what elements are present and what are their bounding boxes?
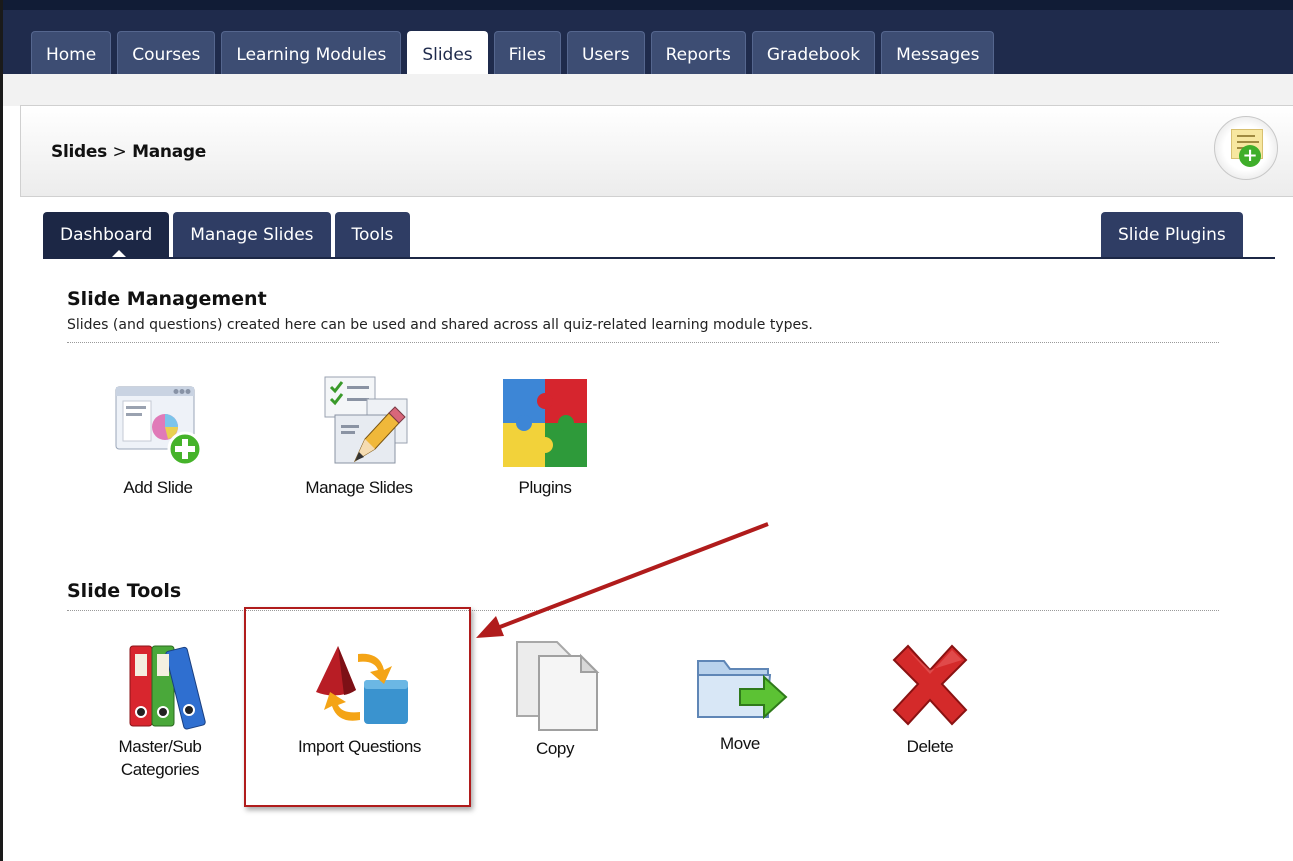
move-label: Move [720,734,760,753]
move-tile[interactable]: Move [690,645,790,755]
add-slide-label: Add Slide [123,478,193,497]
tab-dashboard[interactable]: Dashboard [43,212,170,257]
delete-x-icon [892,644,968,726]
nav-tab-reports[interactable]: Reports [650,31,746,74]
nav-tab-files[interactable]: Files [493,31,561,74]
manage-slides-tile[interactable]: Manage Slides [289,373,429,499]
breadcrumb: Slides > Manage [51,142,206,162]
binders-icon [129,645,206,730]
master-sub-label-line2: Categories [120,760,200,779]
manage-slides-icon [324,376,408,464]
breadcrumb-current: Manage [132,142,206,162]
page-header: Slides > Manage + [20,105,1293,197]
section-description: Slides (and questions) created here can … [67,317,813,333]
nav-tab-users[interactable]: Users [566,31,645,74]
section-divider [67,342,1219,343]
highlight-box [244,607,471,807]
puzzle-plugins-icon [503,379,587,467]
breadcrumb-root[interactable]: Slides [51,142,107,162]
copy-icon [516,641,600,731]
top-navigation-bar: Home Courses Learning Modules Slides Fil… [3,0,1293,74]
nav-tab-slides[interactable]: Slides [407,31,488,74]
sub-tabs: Dashboard Manage Slides Tools [43,212,411,257]
nav-tab-messages[interactable]: Messages [881,31,995,74]
manage-slides-label: Manage Slides [305,478,413,497]
copy-label: Copy [535,739,575,758]
top-strip [3,0,1293,10]
move-folder-icon [697,660,788,720]
window-left-border [0,0,3,861]
tab-underline [43,257,1275,259]
plugins-tile[interactable]: Plugins [495,375,595,499]
tab-slide-plugins[interactable]: Slide Plugins [1101,212,1243,257]
delete-tile[interactable]: Delete [880,640,980,758]
section-title-slide-tools: Slide Tools [67,580,182,602]
active-tab-caret-icon [112,250,126,257]
nav-tab-learning-modules[interactable]: Learning Modules [221,31,402,74]
nav-tab-gradebook[interactable]: Gradebook [751,31,876,74]
top-nav-tabs: Home Courses Learning Modules Slides Fil… [31,31,995,74]
add-slide-icon [115,386,203,467]
tab-manage-slides[interactable]: Manage Slides [173,212,331,257]
nav-spacer-band [3,74,1293,106]
tab-tools[interactable]: Tools [334,212,411,257]
nav-tab-home[interactable]: Home [31,31,112,74]
copy-tile[interactable]: Copy [500,636,610,760]
nav-tab-courses[interactable]: Courses [117,31,216,74]
plugins-label: Plugins [518,478,572,497]
master-sub-categories-tile[interactable]: Master/Sub Categories [100,640,220,781]
section-title-slide-management: Slide Management [67,288,267,310]
breadcrumb-separator: > [112,142,127,162]
master-sub-label-line1: Master/Sub [118,737,202,756]
annotation-arrow-icon [476,522,769,638]
plus-icon: + [1239,145,1261,167]
delete-label: Delete [906,737,954,756]
add-slide-tile[interactable]: Add Slide [103,383,213,499]
add-note-icon[interactable]: + [1214,116,1278,180]
